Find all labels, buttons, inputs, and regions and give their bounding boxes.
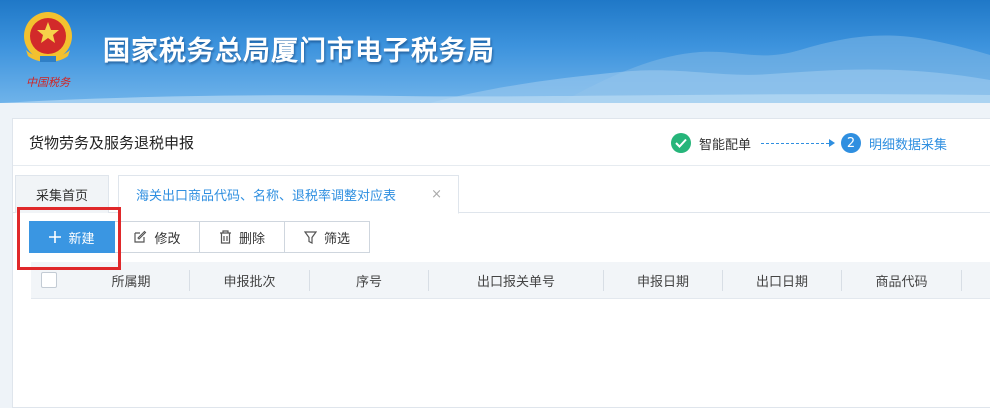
site-title: 国家税务总局厦门市电子税务局 bbox=[103, 36, 495, 67]
tab-customs-code-table[interactable]: 海关出口商品代码、名称、退税率调整对应表 × bbox=[118, 175, 459, 214]
step-connector bbox=[761, 142, 830, 144]
page-title: 货物劳务及服务退税申报 bbox=[29, 134, 195, 152]
header-banner: 中国税务 国家税务总局厦门市电子税务局 bbox=[0, 0, 990, 103]
filter-icon bbox=[303, 230, 317, 244]
column-header-declare-date[interactable]: 申报日期 bbox=[604, 262, 722, 299]
arrow-right-icon bbox=[829, 139, 836, 147]
progress-steps: 智能配单 2 明细数据采集 bbox=[671, 132, 947, 154]
step-number-badge: 2 bbox=[841, 133, 862, 153]
trash-icon bbox=[219, 230, 231, 244]
edit-button-label: 修改 bbox=[154, 231, 181, 247]
step-label-detail-collection[interactable]: 明细数据采集 bbox=[869, 134, 947, 153]
column-header-customs-no[interactable]: 出口报关单号 bbox=[429, 262, 603, 299]
close-icon[interactable]: × bbox=[431, 187, 442, 202]
tax-emblem-logo: 中国税务 bbox=[12, 6, 84, 92]
delete-button-label: 删除 bbox=[238, 231, 265, 247]
delete-button[interactable]: 删除 bbox=[200, 221, 285, 253]
filter-button-label: 筛选 bbox=[323, 231, 350, 247]
filter-button[interactable]: 筛选 bbox=[285, 221, 370, 253]
edit-button[interactable]: 修改 bbox=[115, 221, 200, 253]
main-panel: 货物劳务及服务退税申报 智能配单 2 明细数据采集 采集首页 海关出口商品代码、… bbox=[12, 118, 990, 408]
edit-icon bbox=[134, 230, 147, 243]
new-button-highlight-box bbox=[17, 207, 121, 270]
column-divider bbox=[961, 270, 962, 291]
svg-text:中国税务: 中国税务 bbox=[26, 76, 71, 89]
step-label-matching[interactable]: 智能配单 bbox=[699, 134, 751, 153]
column-header-batch[interactable]: 申报批次 bbox=[190, 262, 309, 299]
tab-label: 海关出口商品代码、名称、退税率调整对应表 bbox=[136, 189, 397, 204]
check-icon bbox=[671, 133, 691, 153]
select-all-checkbox[interactable] bbox=[41, 272, 57, 288]
table-header: 所属期 申报批次 序号 出口报关单号 申报日期 出口日期 商品代码 bbox=[31, 262, 990, 299]
panel-header: 货物劳务及服务退税申报 智能配单 2 明细数据采集 bbox=[13, 119, 990, 166]
column-header-goods-code[interactable]: 商品代码 bbox=[842, 262, 961, 299]
column-header-export-date[interactable]: 出口日期 bbox=[723, 262, 841, 299]
column-header-seq[interactable]: 序号 bbox=[310, 262, 428, 299]
tab-bar: 采集首页 海关出口商品代码、名称、退税率调整对应表 × bbox=[13, 175, 990, 214]
